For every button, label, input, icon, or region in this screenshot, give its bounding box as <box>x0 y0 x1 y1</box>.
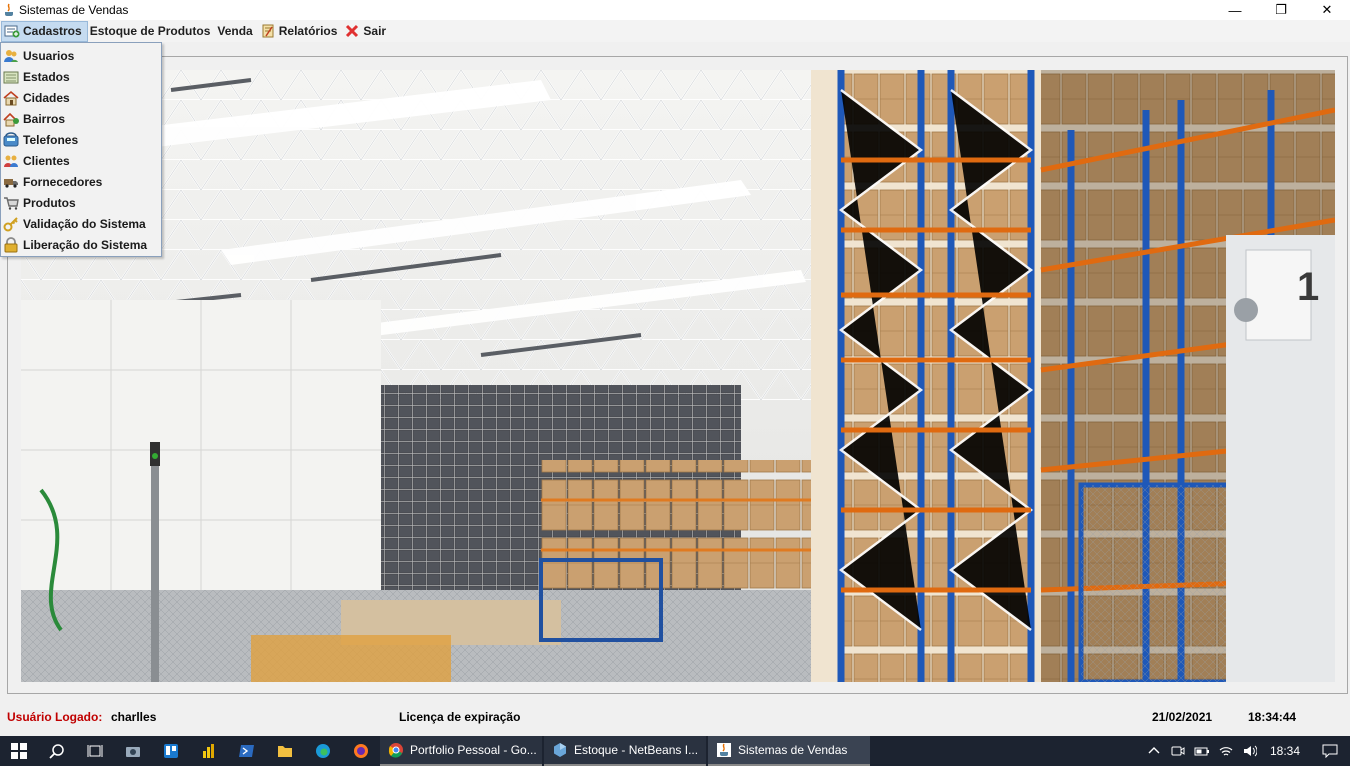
close-icon <box>344 24 360 38</box>
menu-venda[interactable]: Venda <box>215 21 257 42</box>
menu-item-usuarios[interactable]: Usuarios <box>1 45 161 66</box>
logged-user-label: Usuário Logado: <box>7 710 103 724</box>
search-icon[interactable] <box>38 736 76 766</box>
menu-venda-label: Venda <box>217 24 253 38</box>
chevron-up-icon[interactable] <box>1142 736 1166 766</box>
powershell-icon[interactable] <box>228 736 266 766</box>
trello-icon[interactable] <box>152 736 190 766</box>
menu-item-label: Cidades <box>23 90 70 105</box>
notifications-icon[interactable] <box>1310 736 1350 766</box>
phone-icon <box>3 131 19 148</box>
menu-cadastros[interactable]: Cadastros <box>1 20 88 42</box>
java-app-icon <box>3 3 15 17</box>
file-explorer-icon[interactable] <box>266 736 304 766</box>
system-tray: 18:34 <box>1142 736 1350 766</box>
menu-estoque-label: Estoque de Produtos <box>89 24 211 38</box>
powerbi-icon[interactable] <box>190 736 228 766</box>
license-expiration-label: Licença de expiração <box>399 710 521 724</box>
lock-icon <box>3 236 19 253</box>
window-titlebar: Sistemas de Vendas — ❐ ✕ <box>0 0 1350 20</box>
menu-item-estados[interactable]: Estados <box>1 66 161 87</box>
taskbar-app-label: Sistemas de Vendas <box>738 743 848 757</box>
key-icon <box>3 216 19 232</box>
menu-item-produtos[interactable]: Produtos <box>1 192 161 213</box>
taskbar-app-netbeans[interactable]: Estoque - NetBeans I... <box>544 736 706 766</box>
menu-item-label: Validação do Sistema <box>23 216 146 231</box>
logged-user-value: charlles <box>111 710 157 724</box>
menu-sair[interactable]: Sair <box>342 21 391 42</box>
house-icon <box>3 90 19 106</box>
taskbar-clock[interactable]: 18:34 <box>1262 744 1310 758</box>
battery-icon[interactable] <box>1190 736 1214 766</box>
windows-start-icon[interactable] <box>0 736 38 766</box>
map-icon <box>3 69 19 85</box>
warehouse-background-image: 1 <box>21 70 1335 682</box>
menu-item-liberacao-sistema[interactable]: Liberação do Sistema <box>1 234 161 255</box>
minimize-button[interactable]: — <box>1212 0 1258 20</box>
cadastros-dropdown-menu: Usuarios Estados Cidades Bairros Telefon… <box>0 42 162 257</box>
menu-item-clientes[interactable]: Clientes <box>1 150 161 171</box>
menu-relatorios[interactable]: Relatórios <box>258 21 343 42</box>
chrome-icon <box>388 742 404 758</box>
meet-now-icon[interactable] <box>1166 736 1190 766</box>
svg-text:1: 1 <box>1297 265 1319 309</box>
report-icon <box>260 24 276 38</box>
menu-bar: Cadastros Estoque de Produtos Venda Rela… <box>0 20 1350 42</box>
house-tree-icon <box>3 111 19 127</box>
volume-icon[interactable] <box>1238 736 1262 766</box>
menu-item-telefones[interactable]: Telefones <box>1 129 161 150</box>
cart-icon <box>3 195 19 211</box>
camera-icon[interactable] <box>114 736 152 766</box>
wifi-icon[interactable] <box>1214 736 1238 766</box>
firefox-icon[interactable] <box>342 736 380 766</box>
java-icon <box>716 742 732 758</box>
close-button[interactable]: ✕ <box>1304 0 1350 20</box>
users-icon <box>3 48 19 64</box>
status-bar: Usuário Logado: charlles Licença de expi… <box>0 706 1350 728</box>
menu-item-label: Telefones <box>23 132 79 147</box>
taskbar-app-label: Portfolio Pessoal - Go... <box>410 743 537 757</box>
menu-item-cidades[interactable]: Cidades <box>1 87 161 108</box>
form-add-icon <box>4 24 20 38</box>
edge-icon[interactable] <box>304 736 342 766</box>
menu-item-label: Liberação do Sistema <box>23 237 148 252</box>
taskbar-app-label: Estoque - NetBeans I... <box>574 743 699 757</box>
status-date: 21/02/2021 <box>1152 710 1213 724</box>
menu-item-label: Clientes <box>23 153 70 168</box>
task-view-icon[interactable] <box>76 736 114 766</box>
menu-item-label: Fornecedores <box>23 174 103 189</box>
taskbar-app-chrome[interactable]: Portfolio Pessoal - Go... <box>380 736 542 766</box>
menu-item-label: Usuarios <box>23 48 75 63</box>
clients-icon <box>3 153 19 169</box>
menu-item-bairros[interactable]: Bairros <box>1 108 161 129</box>
taskbar-app-sistemas-vendas[interactable]: Sistemas de Vendas <box>708 736 870 766</box>
maximize-button[interactable]: ❐ <box>1258 0 1304 20</box>
menu-item-label: Produtos <box>23 195 76 210</box>
menu-item-validacao-sistema[interactable]: Validação do Sistema <box>1 213 161 234</box>
menu-item-fornecedores[interactable]: Fornecedores <box>1 171 161 192</box>
menu-item-label: Estados <box>23 69 70 84</box>
menu-relatorios-label: Relatórios <box>278 24 338 38</box>
menu-sair-label: Sair <box>363 24 387 38</box>
status-time: 18:34:44 <box>1248 710 1297 724</box>
menu-item-label: Bairros <box>23 111 66 126</box>
netbeans-icon <box>552 742 568 758</box>
menu-cadastros-label: Cadastros <box>23 24 82 38</box>
menu-estoque-produtos[interactable]: Estoque de Produtos <box>88 21 216 42</box>
window-title: Sistemas de Vendas <box>19 3 129 17</box>
windows-taskbar: Portfolio Pessoal - Go... Estoque - NetB… <box>0 736 1350 766</box>
truck-icon <box>3 174 19 190</box>
